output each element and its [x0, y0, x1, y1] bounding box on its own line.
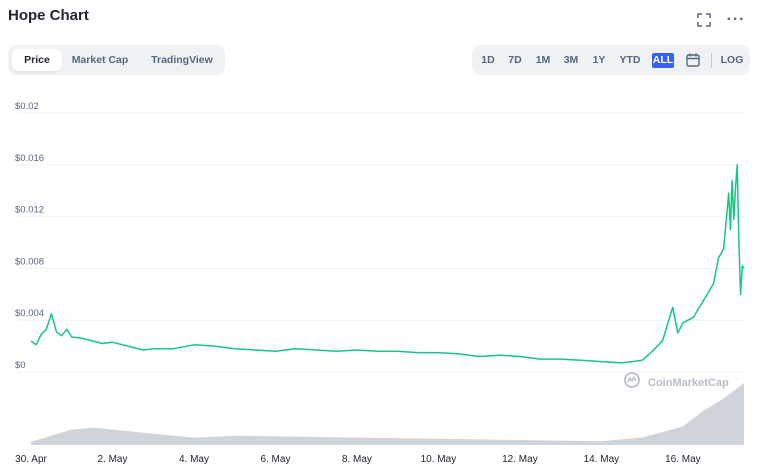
price-line — [30, 164, 745, 364]
price-chart[interactable]: $0 $0.004 $0.008 $0.012 $0.016 $0.02 CoinMark… — [0, 0, 758, 467]
x-tick-label: 6. May — [260, 454, 290, 465]
y-tick-label: $0.012 — [15, 205, 44, 216]
y-axis-labels: $0 $0.004 $0.008 $0.012 $0.016 $0.02 — [15, 101, 44, 371]
x-tick-label: 10. May — [421, 454, 457, 465]
x-tick-label: 14. May — [584, 454, 620, 465]
y-tick-label: $0 — [15, 360, 26, 371]
y-tick-label: $0.008 — [15, 256, 44, 267]
x-tick-label: 2. May — [97, 454, 127, 465]
x-tick-label: 8. May — [342, 454, 372, 465]
x-tick-label: 16. May — [665, 454, 701, 465]
volume-area — [31, 383, 744, 445]
x-tick-label: 12. May — [502, 454, 538, 465]
grid-lines — [18, 112, 745, 373]
y-tick-label: $0.004 — [15, 308, 44, 319]
price-series — [30, 164, 745, 364]
watermark-text: CoinMarketCap — [648, 377, 729, 389]
x-axis-labels: 30. Apr 2. May 4. May 6. May 8. May 10. May 12… — [15, 454, 701, 465]
y-tick-label: $0.02 — [15, 101, 39, 112]
x-tick-label: 4. May — [179, 454, 209, 465]
x-tick-label: 30. Apr — [15, 454, 47, 465]
coinmarketcap-logo-icon — [624, 372, 640, 388]
y-tick-label: $0.016 — [15, 153, 44, 164]
coinmarketcap-watermark: CoinMarketCap — [624, 372, 729, 389]
volume-area-shape — [31, 383, 744, 445]
